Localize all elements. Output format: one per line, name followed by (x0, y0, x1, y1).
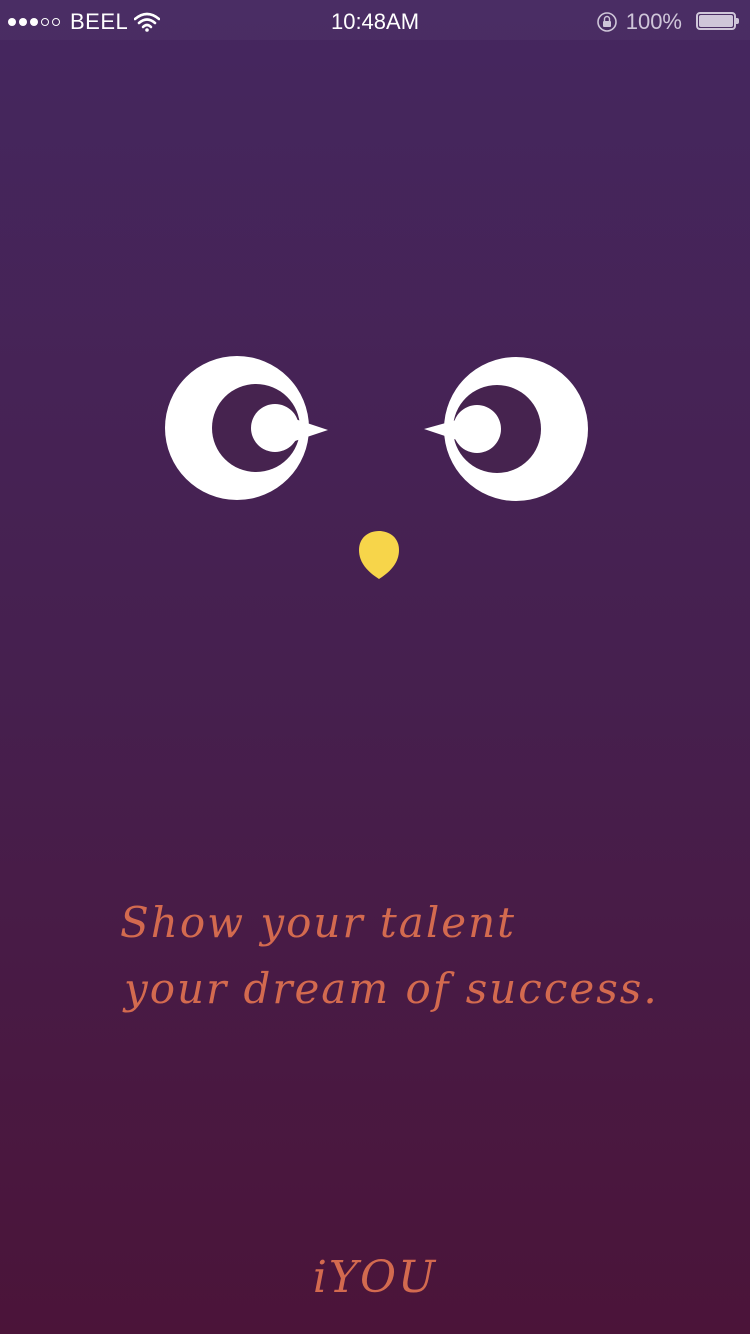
tagline: Show your talent your dream of success. (120, 890, 720, 1022)
tagline-line-2: your dream of success. (124, 964, 659, 1013)
owl-beak-icon (359, 531, 399, 579)
owl-illustration (165, 356, 588, 579)
tagline-line-1: Show your talent (120, 898, 517, 947)
brand-logo-text: iYOU (312, 1252, 438, 1303)
owl-left-eye-icon (165, 356, 328, 500)
owl-right-eye-icon (424, 357, 588, 501)
